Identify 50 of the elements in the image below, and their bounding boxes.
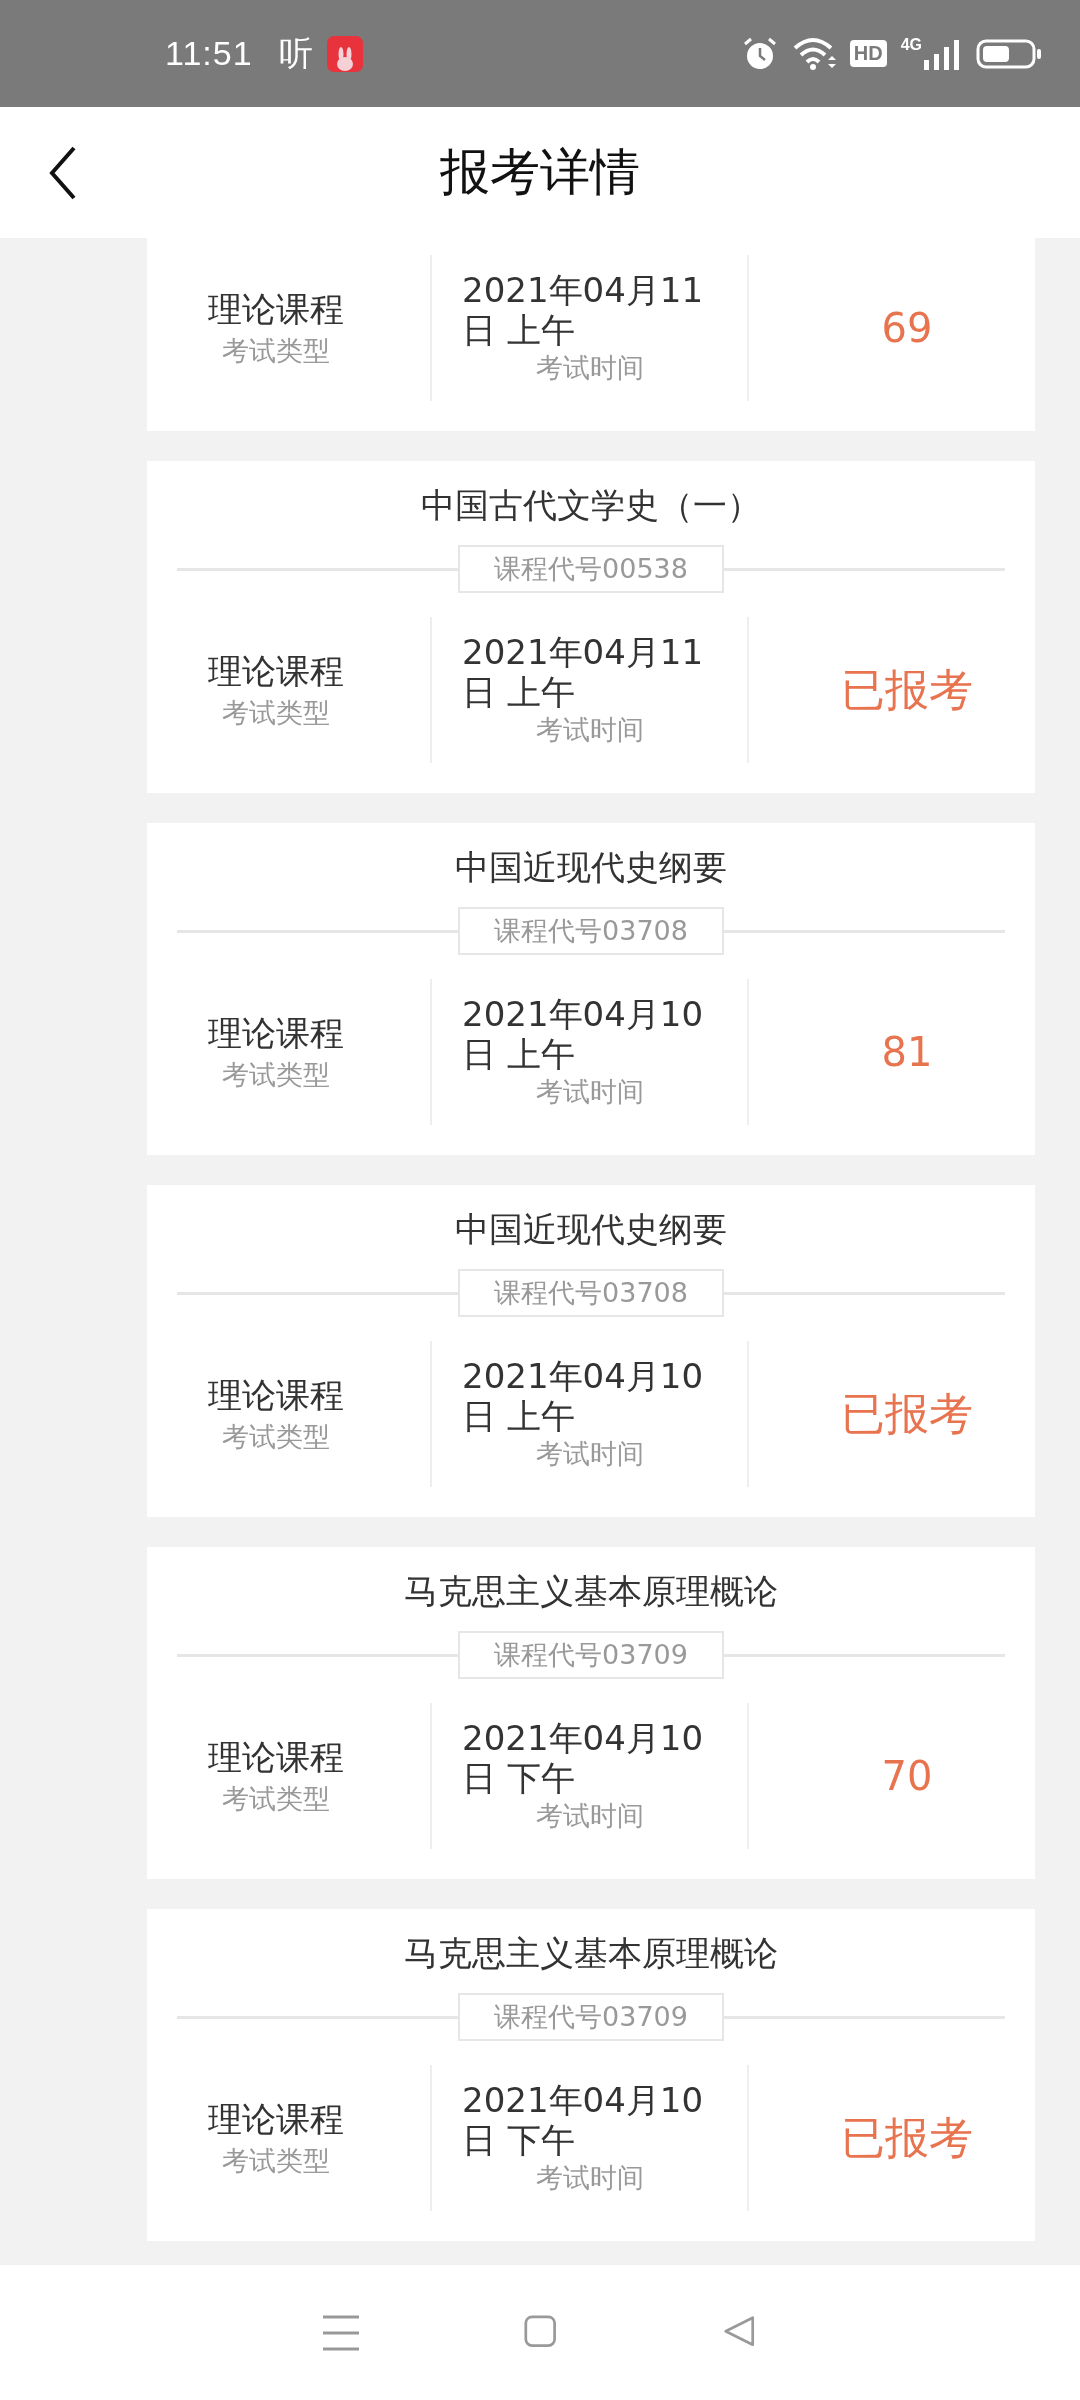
- exam-type: 理论课程: [208, 288, 344, 331]
- exam-date-label: 考试时间: [535, 1075, 644, 1109]
- exam-date-label: 考试时间: [535, 1437, 644, 1471]
- exam-type-label: 考试类型: [222, 696, 330, 730]
- exam-date: 2021年04月11日 上午: [462, 632, 705, 712]
- exam-score: 69: [881, 305, 933, 351]
- course-name: 中国近现代史纲要: [454, 846, 728, 889]
- alarm-icon: [741, 35, 778, 72]
- exam-date: 2021年04月10日 上午: [462, 994, 705, 1074]
- exam-type-label: 考试类型: [222, 2144, 330, 2178]
- app-icon: [326, 35, 363, 72]
- course-code-label: 课程代号03709: [458, 1631, 724, 1679]
- course-name: 马克思主义基本原理概论: [403, 1932, 779, 1975]
- exam-date: 2021年04月11日 上午: [462, 270, 705, 350]
- exam-date: 2021年04月10日 下午: [462, 1718, 705, 1798]
- course-name: 中国古代文学史（一）: [420, 484, 762, 527]
- course-name: 马克思主义基本原理概论: [403, 1570, 779, 1613]
- app-notification-icon: 听: [278, 30, 313, 77]
- wifi-icon: [791, 35, 836, 72]
- exam-date-label: 考试时间: [535, 351, 644, 385]
- exam-type-label: 考试类型: [222, 1420, 330, 1454]
- exam-date-label: 考试时间: [535, 713, 644, 747]
- exam-date-label: 考试时间: [535, 2161, 644, 2195]
- exam-type-label: 考试类型: [222, 1782, 330, 1816]
- exam-type-label: 考试类型: [222, 1058, 330, 1092]
- registration-status: 已报考: [841, 662, 973, 717]
- exam-type-label: 考试类型: [222, 334, 330, 368]
- exam-score: 81: [881, 1029, 933, 1075]
- page-title: 报考详情: [440, 142, 640, 203]
- exam-date: 2021年04月10日 上午: [462, 1356, 705, 1436]
- course-code-label: 课程代号03709: [458, 1993, 724, 2041]
- exam-date: 2021年04月10日 下午: [462, 2080, 705, 2160]
- registration-status: 已报考: [841, 1386, 973, 1441]
- back-button[interactable]: [48, 145, 78, 201]
- battery-icon: [976, 37, 1042, 70]
- hd-badge: HD: [849, 40, 887, 67]
- exam-type: 理论课程: [208, 1012, 344, 1055]
- registration-status: 已报考: [841, 2110, 973, 2165]
- exam-type: 理论课程: [208, 2098, 344, 2141]
- exam-type: 理论课程: [208, 650, 344, 693]
- course-code-label: 课程代号03708: [458, 1269, 724, 1317]
- course-code-label: 课程代号03708: [458, 907, 724, 955]
- exam-score: 70: [881, 1753, 933, 1799]
- network-type-label: 4G: [900, 35, 922, 54]
- course-name: 中国近现代史纲要: [454, 1208, 728, 1251]
- status-time: 11:51: [165, 34, 253, 73]
- course-code-label: 课程代号00538: [458, 545, 724, 593]
- exam-type: 理论课程: [208, 1736, 344, 1779]
- exam-type: 理论课程: [208, 1374, 344, 1417]
- exam-date-label: 考试时间: [535, 1799, 644, 1833]
